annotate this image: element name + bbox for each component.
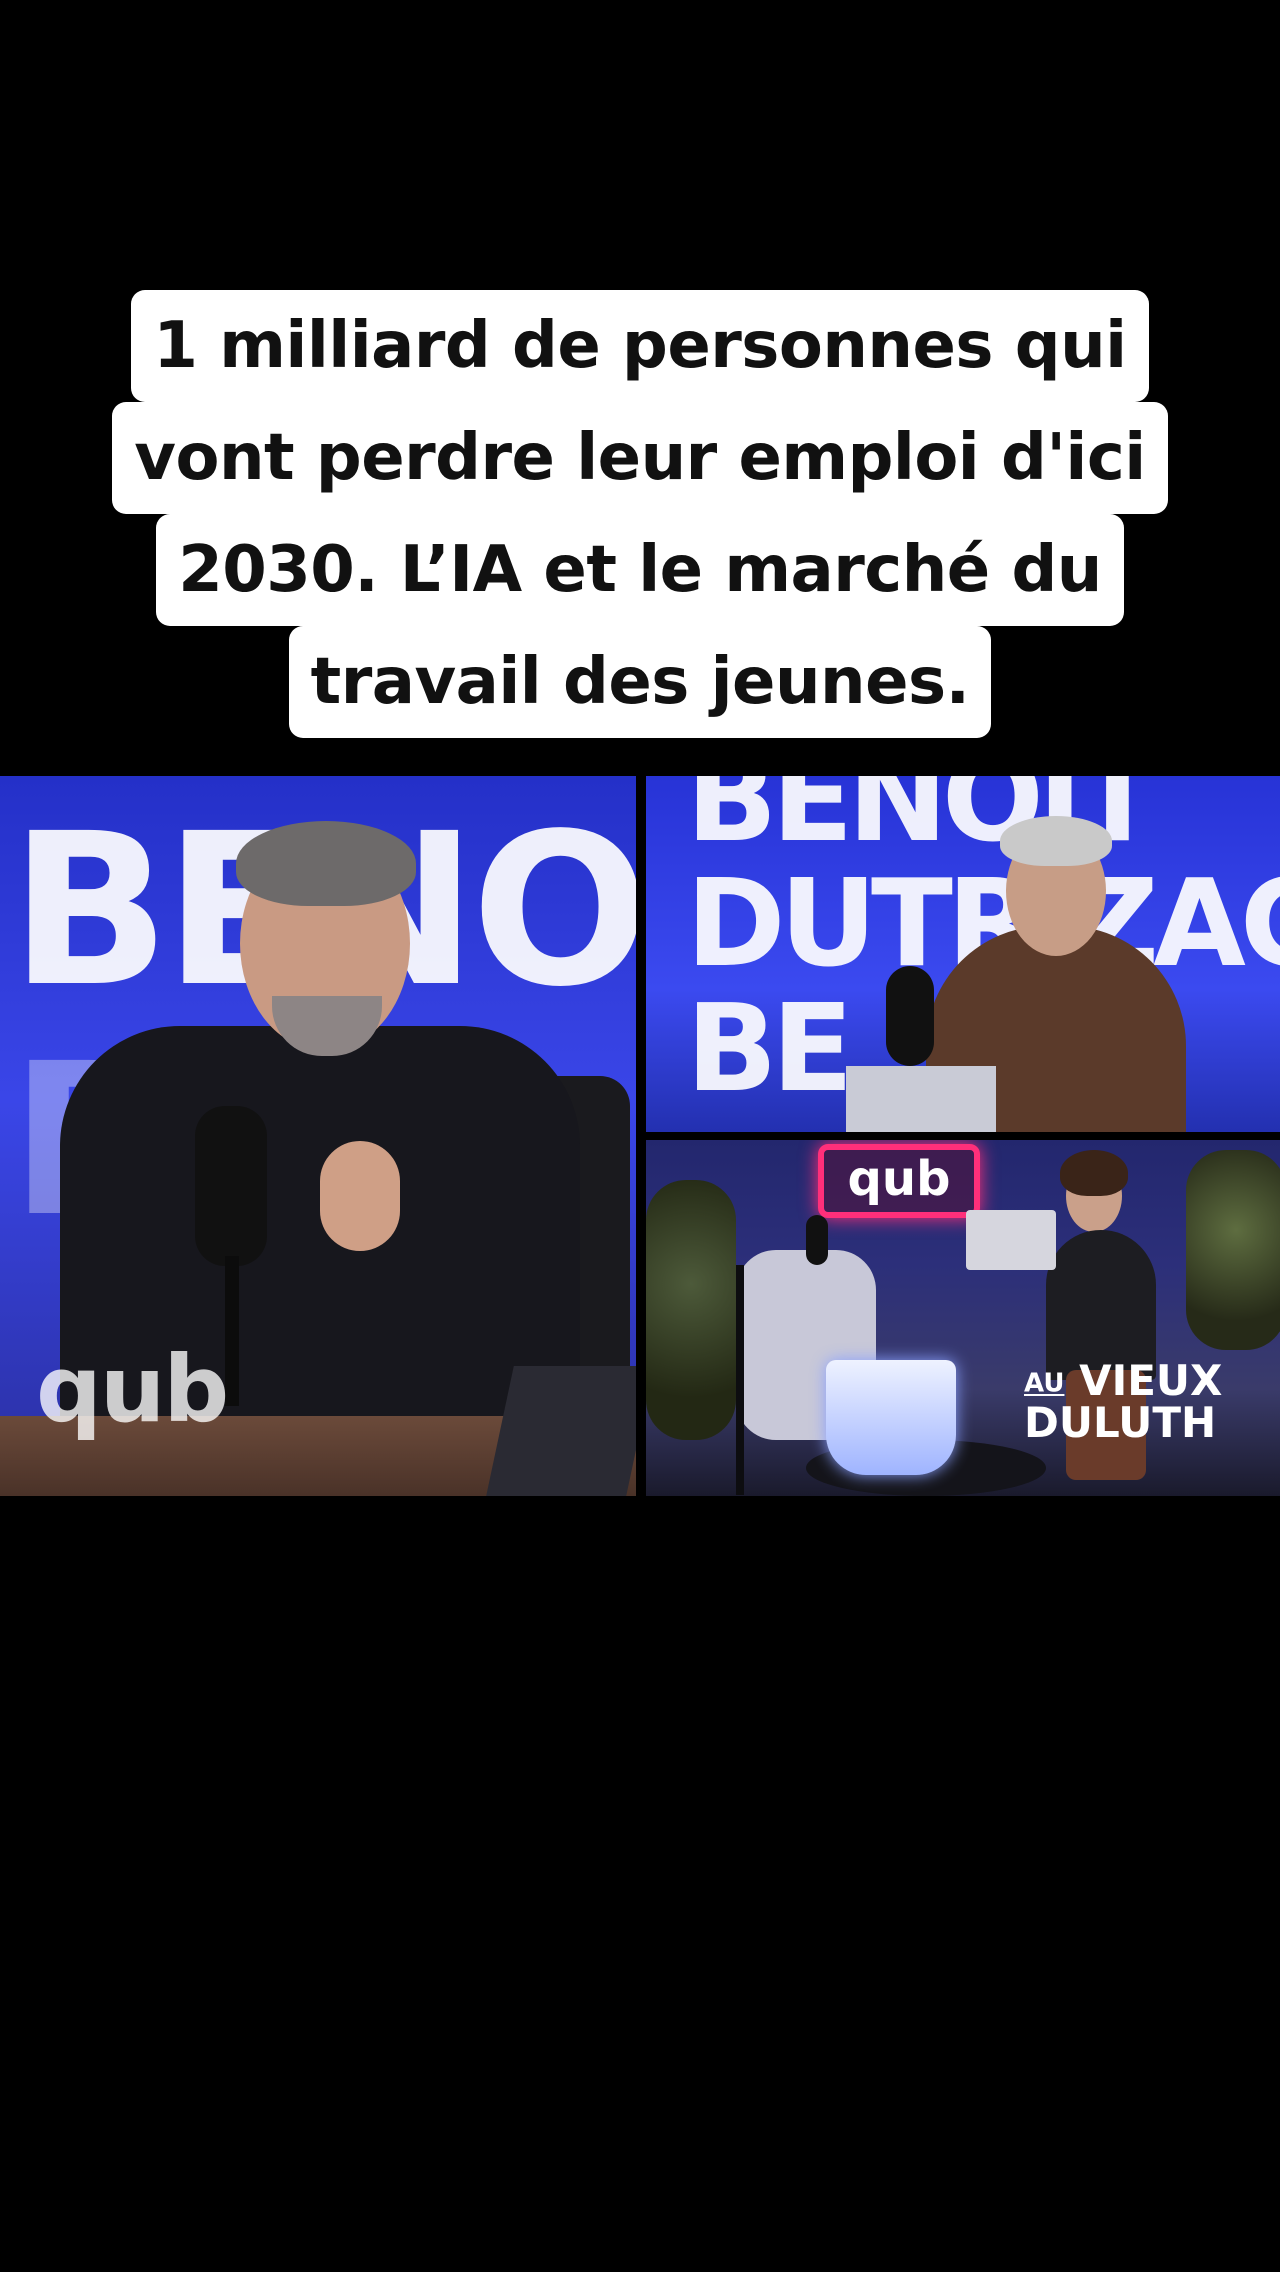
studio-backdrop-text: BE xyxy=(686,980,853,1119)
plant-left xyxy=(646,1180,736,1440)
microphone xyxy=(806,1215,828,1265)
sponsor-logo: AU VIEUX DULUTH xyxy=(1024,1360,1222,1444)
laptop xyxy=(486,1366,636,1496)
guest-hair xyxy=(1000,816,1112,866)
top-right-camera-panel: BENOIT DUTRIZAC BE xyxy=(646,776,1280,1132)
cohost-hair xyxy=(1060,1150,1128,1196)
panel-divider xyxy=(646,1132,1280,1140)
mic-stand xyxy=(736,1265,744,1495)
microphone xyxy=(886,966,934,1066)
sponsor-prefix: AU xyxy=(1024,1368,1065,1399)
host-hair xyxy=(236,821,416,906)
qub-watermark: qub xyxy=(36,1336,229,1443)
microphone xyxy=(195,1106,267,1266)
caption-line: 1 milliard de personnes qui xyxy=(131,290,1149,402)
caption-line: travail des jeunes. xyxy=(288,626,992,738)
panel-divider xyxy=(636,776,646,1496)
bottom-right-camera-panel: qub AU VIEUX DULUTH xyxy=(646,1140,1280,1496)
caption-line: 2030. L’IA et le marché du xyxy=(156,514,1124,626)
video-caption: 1 milliard de personnes qui vont perdre … xyxy=(0,290,1280,738)
sponsor-line2: DULUTH xyxy=(1024,1398,1217,1447)
laptop xyxy=(966,1210,1056,1270)
left-camera-panel: BENOI B qub xyxy=(0,776,636,1496)
caption-line: vont perdre leur emploi d'ici xyxy=(112,402,1168,514)
plant-right xyxy=(1186,1150,1280,1350)
laptop xyxy=(846,1066,996,1132)
qub-neon-sign: qub xyxy=(818,1144,980,1218)
video-player[interactable]: BENOI B qub BENOIT DUTRIZAC BE qub xyxy=(0,776,1280,1496)
host-hand xyxy=(320,1141,400,1251)
ice-bucket xyxy=(826,1360,956,1475)
